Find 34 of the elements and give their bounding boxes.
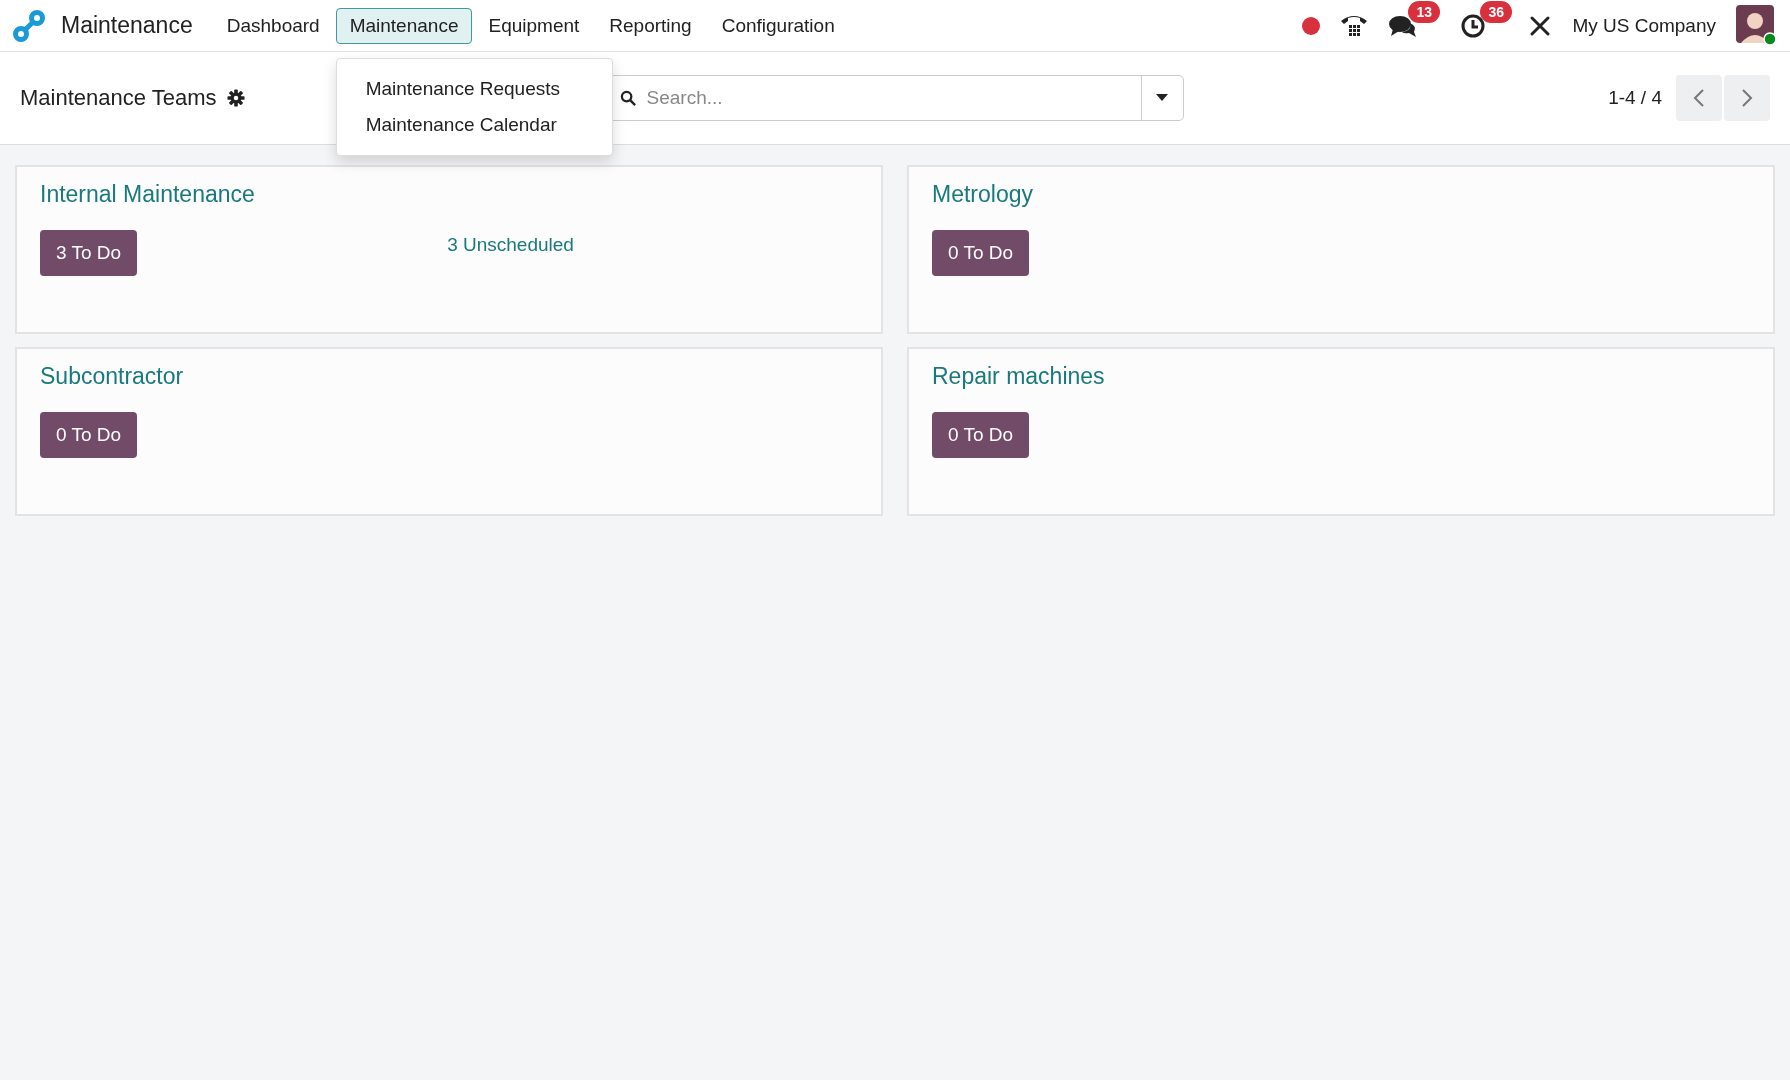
menu-item[interactable]: Dashboard xyxy=(212,7,334,44)
pager-value[interactable]: 1-4 / 4 xyxy=(1608,87,1662,109)
chevron-right-icon xyxy=(1741,88,1753,108)
app-name[interactable]: Maintenance xyxy=(61,12,193,39)
record-icon[interactable] xyxy=(1302,16,1321,35)
todo-button[interactable]: 3 To Do xyxy=(40,230,138,276)
caret-icon xyxy=(1156,94,1168,102)
todo-button[interactable]: 0 To Do xyxy=(932,412,1030,458)
menu-item[interactable]: Reporting xyxy=(595,7,706,44)
team-name[interactable]: Repair machines xyxy=(932,363,1105,390)
page-title: Maintenance Teams xyxy=(20,85,217,111)
notification-badge: 36 xyxy=(1480,0,1512,23)
team-name[interactable]: Metrology xyxy=(932,181,1033,208)
notification-badge: 13 xyxy=(1408,0,1440,23)
todo-button[interactable]: 0 To Do xyxy=(40,412,138,458)
next-button[interactable] xyxy=(1724,75,1770,121)
menu-item[interactable]: Configuration xyxy=(707,7,849,44)
company-name[interactable]: My US Company xyxy=(1572,14,1716,37)
app-logo-icon[interactable] xyxy=(12,8,46,43)
search-input[interactable]: Search... xyxy=(644,86,1133,110)
clock-icon[interactable] xyxy=(1460,12,1487,39)
chevron-left-icon xyxy=(1693,88,1705,108)
previous-button[interactable] xyxy=(1676,75,1722,121)
menu-item[interactable]: Equipment xyxy=(474,7,594,44)
user-avatar[interactable] xyxy=(1736,4,1778,47)
team-name[interactable]: Subcontractor xyxy=(40,363,184,390)
menu-item[interactable]: Maintenance xyxy=(335,7,473,44)
todo-button[interactable]: 0 To Do xyxy=(932,230,1030,276)
dropdown-item[interactable]: Maintenance Requests xyxy=(336,70,612,107)
settings-icon[interactable] xyxy=(226,89,245,107)
unscheduled-link[interactable]: 3 Unscheduled xyxy=(447,234,574,256)
search-icon xyxy=(619,89,637,107)
dropdown-item[interactable]: Maintenance Calendar xyxy=(336,106,612,143)
team-name[interactable]: Internal Maintenance xyxy=(40,181,255,208)
